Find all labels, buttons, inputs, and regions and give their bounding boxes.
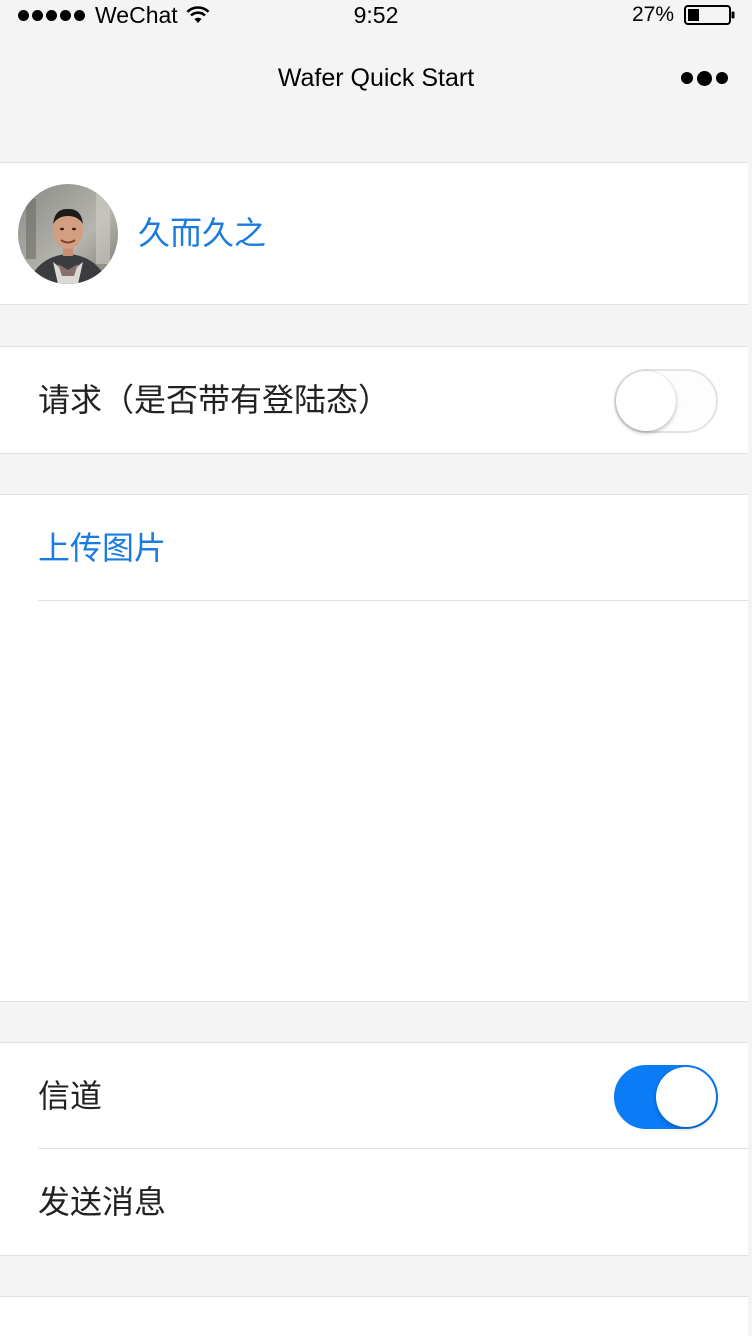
request-login-switch[interactable] <box>614 369 718 433</box>
upload-section: 上传图片 <box>0 494 748 1002</box>
upload-image-button[interactable]: 上传图片 <box>38 528 166 568</box>
status-right: 27% <box>632 0 736 30</box>
bottom-section <box>0 1296 748 1336</box>
tunnel-section: 信道 发送消息 <box>0 1042 748 1256</box>
switch-knob <box>656 1067 716 1127</box>
battery-percent: 27% <box>631 3 674 26</box>
userinfo-section: 久而久之 <box>0 162 748 305</box>
avatar-photo <box>18 184 118 284</box>
status-bar: WeChat 9:52 27% <box>0 0 752 30</box>
switch-knob <box>616 371 676 431</box>
request-label: 请求（是否带有登陆态） <box>38 381 391 419</box>
request-section: 请求（是否带有登陆态） <box>0 346 748 454</box>
nav-title: Wafer Quick Start <box>277 64 475 92</box>
tunnel-switch[interactable] <box>614 1065 718 1129</box>
image-preview-area <box>0 601 748 1001</box>
user-nickname: 久而久之 <box>138 214 267 252</box>
tunnel-divider <box>38 1148 748 1149</box>
battery-icon <box>684 5 735 25</box>
tunnel-label: 信道 <box>38 1077 103 1115</box>
send-message-button[interactable]: 发送消息 <box>38 1182 166 1222</box>
more-dots-icon[interactable] <box>681 69 728 87</box>
avatar[interactable] <box>18 184 118 284</box>
